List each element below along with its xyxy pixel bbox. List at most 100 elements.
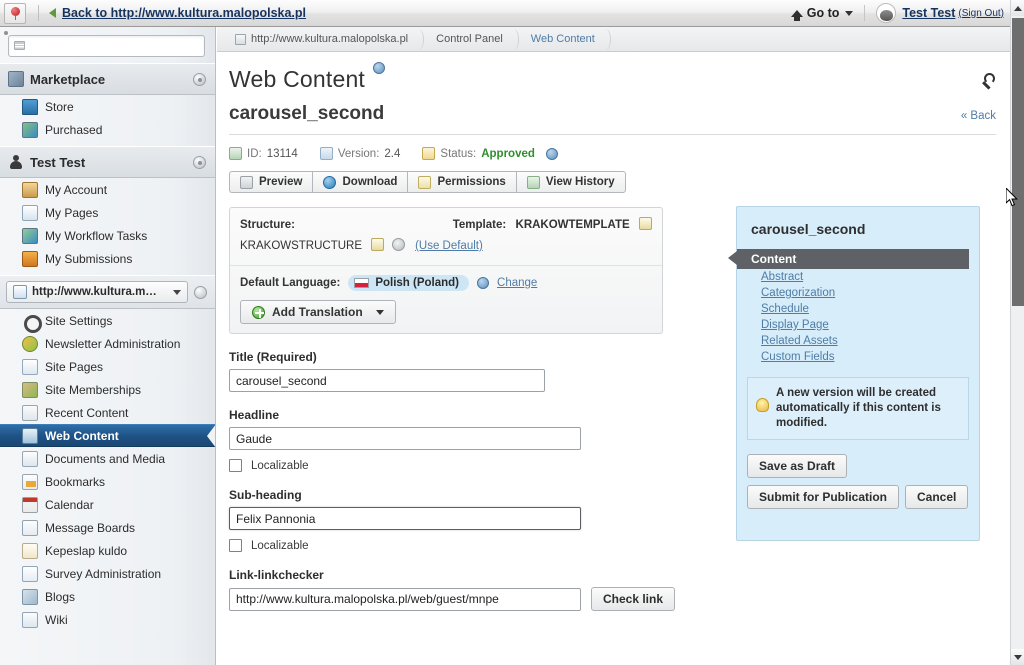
sidebar-item-label: Purchased [45,122,103,137]
sidebar-item-recent-content[interactable]: Recent Content [0,401,215,424]
structure-section: Template: KRAKOWTEMPLATE Structure: KRAK… [230,208,662,265]
sidebar-item-store[interactable]: Store [0,95,215,118]
content-toolbar: Preview Download Permissions View Histor… [229,171,1010,193]
site-selector[interactable]: http://www.kultura.mal... [6,281,188,303]
headline-localizable-checkbox[interactable] [229,459,242,472]
submit-for-publication-button[interactable]: Submit for Publication [747,485,899,509]
side-nav-item-related-assets[interactable]: Related Assets [737,333,979,349]
side-nav-item-abstract[interactable]: Abstract [737,269,979,285]
help-icon[interactable] [373,62,386,74]
sidebar-item-my-pages[interactable]: My Pages [0,201,215,224]
headline-input[interactable] [229,427,581,450]
sidebar-item-documents-and-media[interactable]: Documents and Media [0,447,215,470]
cancel-button[interactable]: Cancel [905,485,969,509]
subheading-input[interactable] [229,507,581,530]
sidebar-item-my-submissions[interactable]: My Submissions [0,247,215,270]
title-input[interactable] [229,369,545,392]
breadcrumb-label: http://www.kultura.malopolska.pl [251,33,409,45]
section-header-user[interactable]: Test Test [0,146,215,178]
add-translation-button[interactable]: Add Translation [240,300,396,324]
breadcrumb-item-site[interactable]: http://www.kultura.malopolska.pl [227,27,428,52]
page-header: Web Content [217,52,1010,93]
side-nav-item-custom-fields[interactable]: Custom Fields [737,349,979,365]
content-meta: ID: 13114 Version: 2.4 Status: Approved [229,147,1010,160]
back-to-site-link[interactable]: Back to http://www.kultura.malopolska.pl [62,6,306,20]
user-name-link[interactable]: Test Test [902,6,955,20]
link-input[interactable] [229,587,581,611]
download-icon [323,175,337,189]
side-nav-item-schedule[interactable]: Schedule [737,301,979,317]
sidebar-item-calendar[interactable]: Calendar [0,493,215,516]
save-as-draft-button[interactable]: Save as Draft [747,454,848,478]
arrow-left-green-icon [49,8,56,18]
sign-out-link[interactable]: (Sign Out) [958,8,1004,19]
view-history-button[interactable]: View History [515,171,626,193]
gear-icon[interactable] [391,238,405,251]
back-to-site[interactable]: Back to http://www.kultura.malopolska.pl [49,6,306,20]
download-label: Download [342,176,398,188]
sidebar-item-purchased[interactable]: Purchased [0,118,215,141]
sidebar-item-newsletter-administration[interactable]: Newsletter Administration [0,332,215,355]
content-title: carousel_second [229,103,385,124]
search-box[interactable] [8,35,205,57]
structure-value-row: KRAKOWSTRUCTURE (Use Default) [240,236,652,256]
my-account-icon [22,181,38,198]
id-icon [229,147,242,160]
version-tip-text: A new version will be created automatica… [776,387,941,429]
default-language-label: Default Language: [240,277,341,289]
side-panel-actions: Save as Draft Submit for Publication Can… [747,454,979,509]
use-default-link[interactable]: (Use Default) [415,240,483,252]
side-nav-item-display-page[interactable]: Display Page [737,317,979,333]
sidebar-item-bookmarks[interactable]: Bookmarks [0,470,215,493]
subheading-localizable-checkbox[interactable] [229,539,242,552]
sidebar-item-web-content[interactable]: Web Content [0,424,215,448]
sidebar-item-blogs[interactable]: Blogs [0,585,215,608]
section-header-marketplace[interactable]: Marketplace [0,63,215,95]
sidebar-item-survey-administration[interactable]: Survey Administration [0,562,215,585]
liferay-logo[interactable] [4,2,26,24]
store-icon [22,98,38,115]
preview-button[interactable]: Preview [229,171,313,193]
side-panel-title: carousel_second [751,221,866,237]
sidebar-item-label: My Pages [45,205,99,220]
back-link[interactable]: « Back [961,110,996,122]
check-link-button[interactable]: Check link [591,587,676,611]
breadcrumb-item-web-content[interactable]: Web Content [523,27,615,52]
sidebar-item-site-settings[interactable]: Site Settings [0,309,215,333]
avatar[interactable] [876,3,897,23]
dockbar-right: Go to Test Test (Sign Out) [790,3,1010,23]
gear-icon[interactable] [194,285,207,299]
edit-icon[interactable] [639,217,652,230]
chevron-down-icon[interactable] [845,10,854,16]
sidebar-item-wiki[interactable]: Wiki [0,608,215,631]
goto-label[interactable]: Go to [807,6,840,20]
edit-icon[interactable] [371,238,385,251]
help-icon[interactable] [477,277,490,289]
search-input[interactable] [29,38,201,55]
sidebar-item-my-account[interactable]: My Account [0,178,215,201]
template-label: Template: [452,219,507,231]
sidebar-item-site-memberships[interactable]: Site Memberships [0,378,215,401]
scrollbar-thumb[interactable] [1012,18,1024,306]
breadcrumb-item-control-panel[interactable]: Control Panel [428,27,523,52]
language-value: Polish (Poland) [375,277,460,289]
sidebar-item-label: My Account [45,182,108,197]
sidebar-item-site-pages[interactable]: Site Pages [0,355,215,378]
sidebar-item-kepeslap-kuldo[interactable]: Kepeslap kuldo [0,539,215,562]
message-boards-icon [22,519,38,536]
scroll-up-button[interactable] [1011,0,1024,16]
side-nav-item-content[interactable]: Content [728,249,969,269]
gear-icon[interactable] [193,73,206,86]
sidebar-item-label: Bookmarks [45,474,106,489]
sidebar-item-my-workflow-tasks[interactable]: My Workflow Tasks [0,224,215,247]
change-language-link[interactable]: Change [497,277,537,289]
scroll-down-button[interactable] [1011,649,1024,665]
gear-icon[interactable] [193,156,206,169]
side-nav-item-categorization[interactable]: Categorization [737,285,979,301]
download-button[interactable]: Download [312,171,408,193]
permissions-button[interactable]: Permissions [407,171,516,193]
sidebar-item-message-boards[interactable]: Message Boards [0,516,215,539]
vertical-scrollbar[interactable] [1010,0,1024,665]
wrench-icon[interactable] [980,72,996,88]
help-icon[interactable] [545,147,558,160]
